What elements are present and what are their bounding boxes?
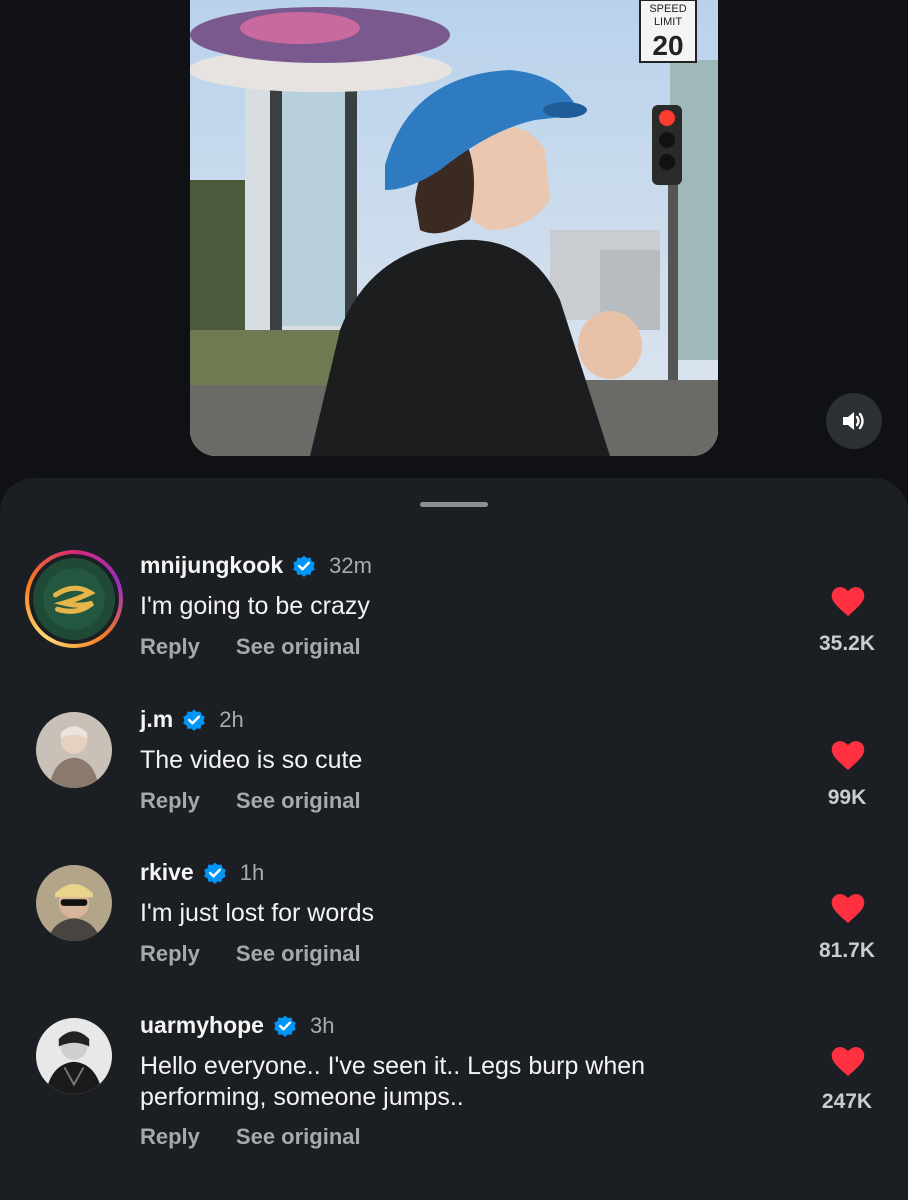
heart-icon[interactable] (831, 1046, 865, 1078)
sound-toggle-button[interactable] (826, 393, 882, 449)
comment-time: 1h (239, 859, 265, 885)
comment-username[interactable]: j.m (140, 706, 173, 733)
avatar[interactable] (36, 865, 112, 941)
see-original-button[interactable]: See original (236, 634, 361, 660)
reply-button[interactable]: Reply (140, 941, 200, 967)
comment-text: The video is so cute (140, 746, 363, 774)
verified-badge-icon (183, 709, 206, 731)
avatar-story-ring[interactable] (25, 550, 123, 648)
comments-sheet: mnijungkook 32m I'm going to be crazy Re… (0, 478, 908, 1200)
avatar (33, 558, 115, 640)
drag-handle[interactable] (420, 502, 488, 507)
heart-icon[interactable] (831, 740, 865, 772)
comment-time: 2h (219, 706, 244, 732)
video-frame: SPEED LIMIT 20 (190, 0, 718, 456)
comment-text: I'm going to be crazy (140, 592, 370, 620)
comment-username[interactable]: mnijungkook (140, 552, 283, 579)
avatar[interactable] (36, 1018, 112, 1094)
verified-badge-icon (293, 555, 315, 577)
like-count: 99K (827, 786, 867, 809)
like-count: 35.2K (818, 632, 876, 655)
avatar-image (36, 1018, 112, 1094)
verified-badge-icon (274, 1015, 296, 1037)
see-original-button[interactable]: See original (236, 941, 361, 967)
verified-badge-icon (203, 862, 226, 884)
speed-sign-line2: LIMIT (654, 16, 682, 28)
comment-username[interactable]: rkive (140, 859, 194, 886)
comment-time: 3h (309, 1012, 335, 1038)
like-count: 247K (821, 1090, 873, 1113)
avatar-image (36, 712, 112, 788)
comment-time: 32m (329, 552, 372, 578)
avatar[interactable] (36, 712, 112, 788)
see-original-button[interactable]: See original (236, 1124, 361, 1150)
reply-button[interactable]: Reply (140, 634, 200, 660)
heart-icon[interactable] (831, 586, 865, 618)
avatar-image (36, 865, 112, 941)
see-original-button[interactable]: See original (236, 788, 361, 814)
speaker-icon (843, 412, 864, 430)
reply-button[interactable]: Reply (140, 788, 200, 814)
heart-icon[interactable] (831, 893, 865, 925)
reply-button[interactable]: Reply (140, 1124, 200, 1150)
comment-text: I'm just lost for words (140, 899, 374, 927)
speed-sign-number: 20 (652, 30, 683, 61)
comment-username[interactable]: uarmyhope (140, 1012, 264, 1039)
comment-text: Hello everyone.. I've seen it.. Legs bur… (140, 1052, 646, 1111)
video-player[interactable]: SPEED LIMIT 20 (190, 0, 718, 456)
like-count: 81.7K (818, 939, 876, 962)
speed-sign-line1: SPEED (649, 3, 686, 15)
